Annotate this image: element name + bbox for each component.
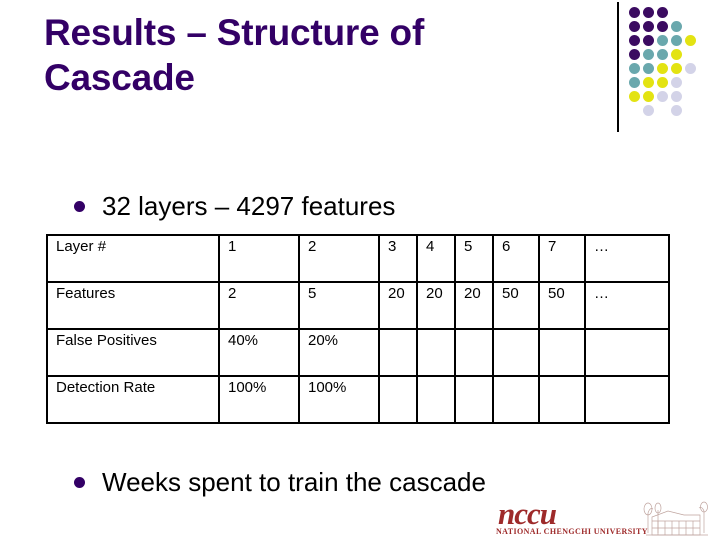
decorative-dot (629, 49, 640, 60)
bullet-item-2: Weeks spent to train the cascade (74, 467, 486, 498)
decorative-dot (643, 105, 654, 116)
table-cell (416, 328, 456, 377)
table-cell (538, 375, 586, 424)
decorative-dot (671, 21, 682, 32)
decorative-dot (671, 35, 682, 46)
table-cell: 100% (218, 375, 300, 424)
nccu-subtitle: NATIONAL CHENGCHI UNIVERSITY (496, 527, 648, 536)
vertical-divider (617, 2, 619, 132)
decorative-dot (671, 77, 682, 88)
decorative-dot (643, 91, 654, 102)
table-cell (454, 328, 494, 377)
table-row-label: Detection Rate (46, 375, 220, 424)
decorative-dot (657, 7, 668, 18)
table-cell: 5 (454, 234, 494, 283)
table-cell: 1 (218, 234, 300, 283)
table-cell: … (584, 281, 670, 330)
table-cell (416, 375, 456, 424)
decorative-dot (643, 7, 654, 18)
table-cell (492, 328, 540, 377)
table-cell: 50 (538, 281, 586, 330)
dot-grid-decoration (610, 0, 720, 140)
table-cell: 20 (416, 281, 456, 330)
decorative-dot (643, 49, 654, 60)
decorative-dot (629, 77, 640, 88)
decorative-dot (643, 35, 654, 46)
bullet-dot-icon (74, 477, 85, 489)
decorative-dot (657, 91, 668, 102)
decorative-dot (685, 63, 696, 74)
table-cell (538, 328, 586, 377)
table-cell: 20% (298, 328, 380, 377)
decorative-dot (643, 77, 654, 88)
table-cell (584, 375, 670, 424)
decorative-dot (671, 49, 682, 60)
decorative-dot (657, 21, 668, 32)
table-row: False Positives 40% 20% (46, 328, 670, 377)
table-cell: 3 (378, 234, 418, 283)
nccu-logo: nccu NATIONAL CHENGCHI UNIVERSITY (492, 498, 714, 540)
table-cell (584, 328, 670, 377)
decorative-dot (671, 63, 682, 74)
decorative-dots (629, 7, 717, 127)
decorative-dot (629, 91, 640, 102)
title-block: Results – Structure of Cascade (44, 10, 584, 100)
table-cell (454, 375, 494, 424)
table-cell: 20 (378, 281, 418, 330)
table-cell (492, 375, 540, 424)
table-row-label: False Positives (46, 328, 220, 377)
table-row: Detection Rate 100% 100% (46, 375, 670, 424)
table-cell (378, 328, 418, 377)
decorative-dot (629, 35, 640, 46)
decorative-dot (629, 21, 640, 32)
table-cell: 100% (298, 375, 380, 424)
table-cell: 4 (416, 234, 456, 283)
decorative-dot (657, 49, 668, 60)
table-cell: 50 (492, 281, 540, 330)
decorative-dot (657, 63, 668, 74)
decorative-dot (643, 21, 654, 32)
table-cell (378, 375, 418, 424)
table-row-label: Features (46, 281, 220, 330)
bullet-item-1: 32 layers – 4297 features (74, 191, 396, 222)
table-row-label: Layer # (46, 234, 220, 283)
decorative-dot (657, 77, 668, 88)
slide-canvas: Results – Structure of Cascade 32 layers… (0, 0, 720, 540)
table-cell: 2 (298, 234, 380, 283)
table-cell: 20 (454, 281, 494, 330)
nccu-wordmark: nccu (498, 496, 557, 531)
decorative-dot (629, 63, 640, 74)
table-row: Features 2 5 20 20 20 50 50… (46, 281, 670, 330)
decorative-dot (643, 63, 654, 74)
bullet-item-1-label: 32 layers – 4297 features (102, 191, 396, 221)
decorative-dot (629, 7, 640, 18)
table-cell: 2 (218, 281, 300, 330)
table-cell: … (584, 234, 670, 283)
table-row: Layer #1 2 3 4 5 6 7… (46, 234, 670, 283)
page-title: Results – Structure of Cascade (44, 12, 425, 99)
table-cell: 40% (218, 328, 300, 377)
bullet-item-2-label: Weeks spent to train the cascade (102, 467, 486, 497)
table-cell: 7 (538, 234, 586, 283)
university-building-icon (643, 501, 708, 536)
decorative-dot (657, 35, 668, 46)
decorative-dot (671, 91, 682, 102)
table-cell: 6 (492, 234, 540, 283)
decorative-dot (685, 35, 696, 46)
table-cell: 5 (298, 281, 380, 330)
bullet-dot-icon (74, 201, 85, 213)
cascade-structure-table: Layer #1 2 3 4 5 6 7… Features 2 5 20 20 20 50 50… Fals… (46, 234, 670, 424)
decorative-dot (671, 105, 682, 116)
